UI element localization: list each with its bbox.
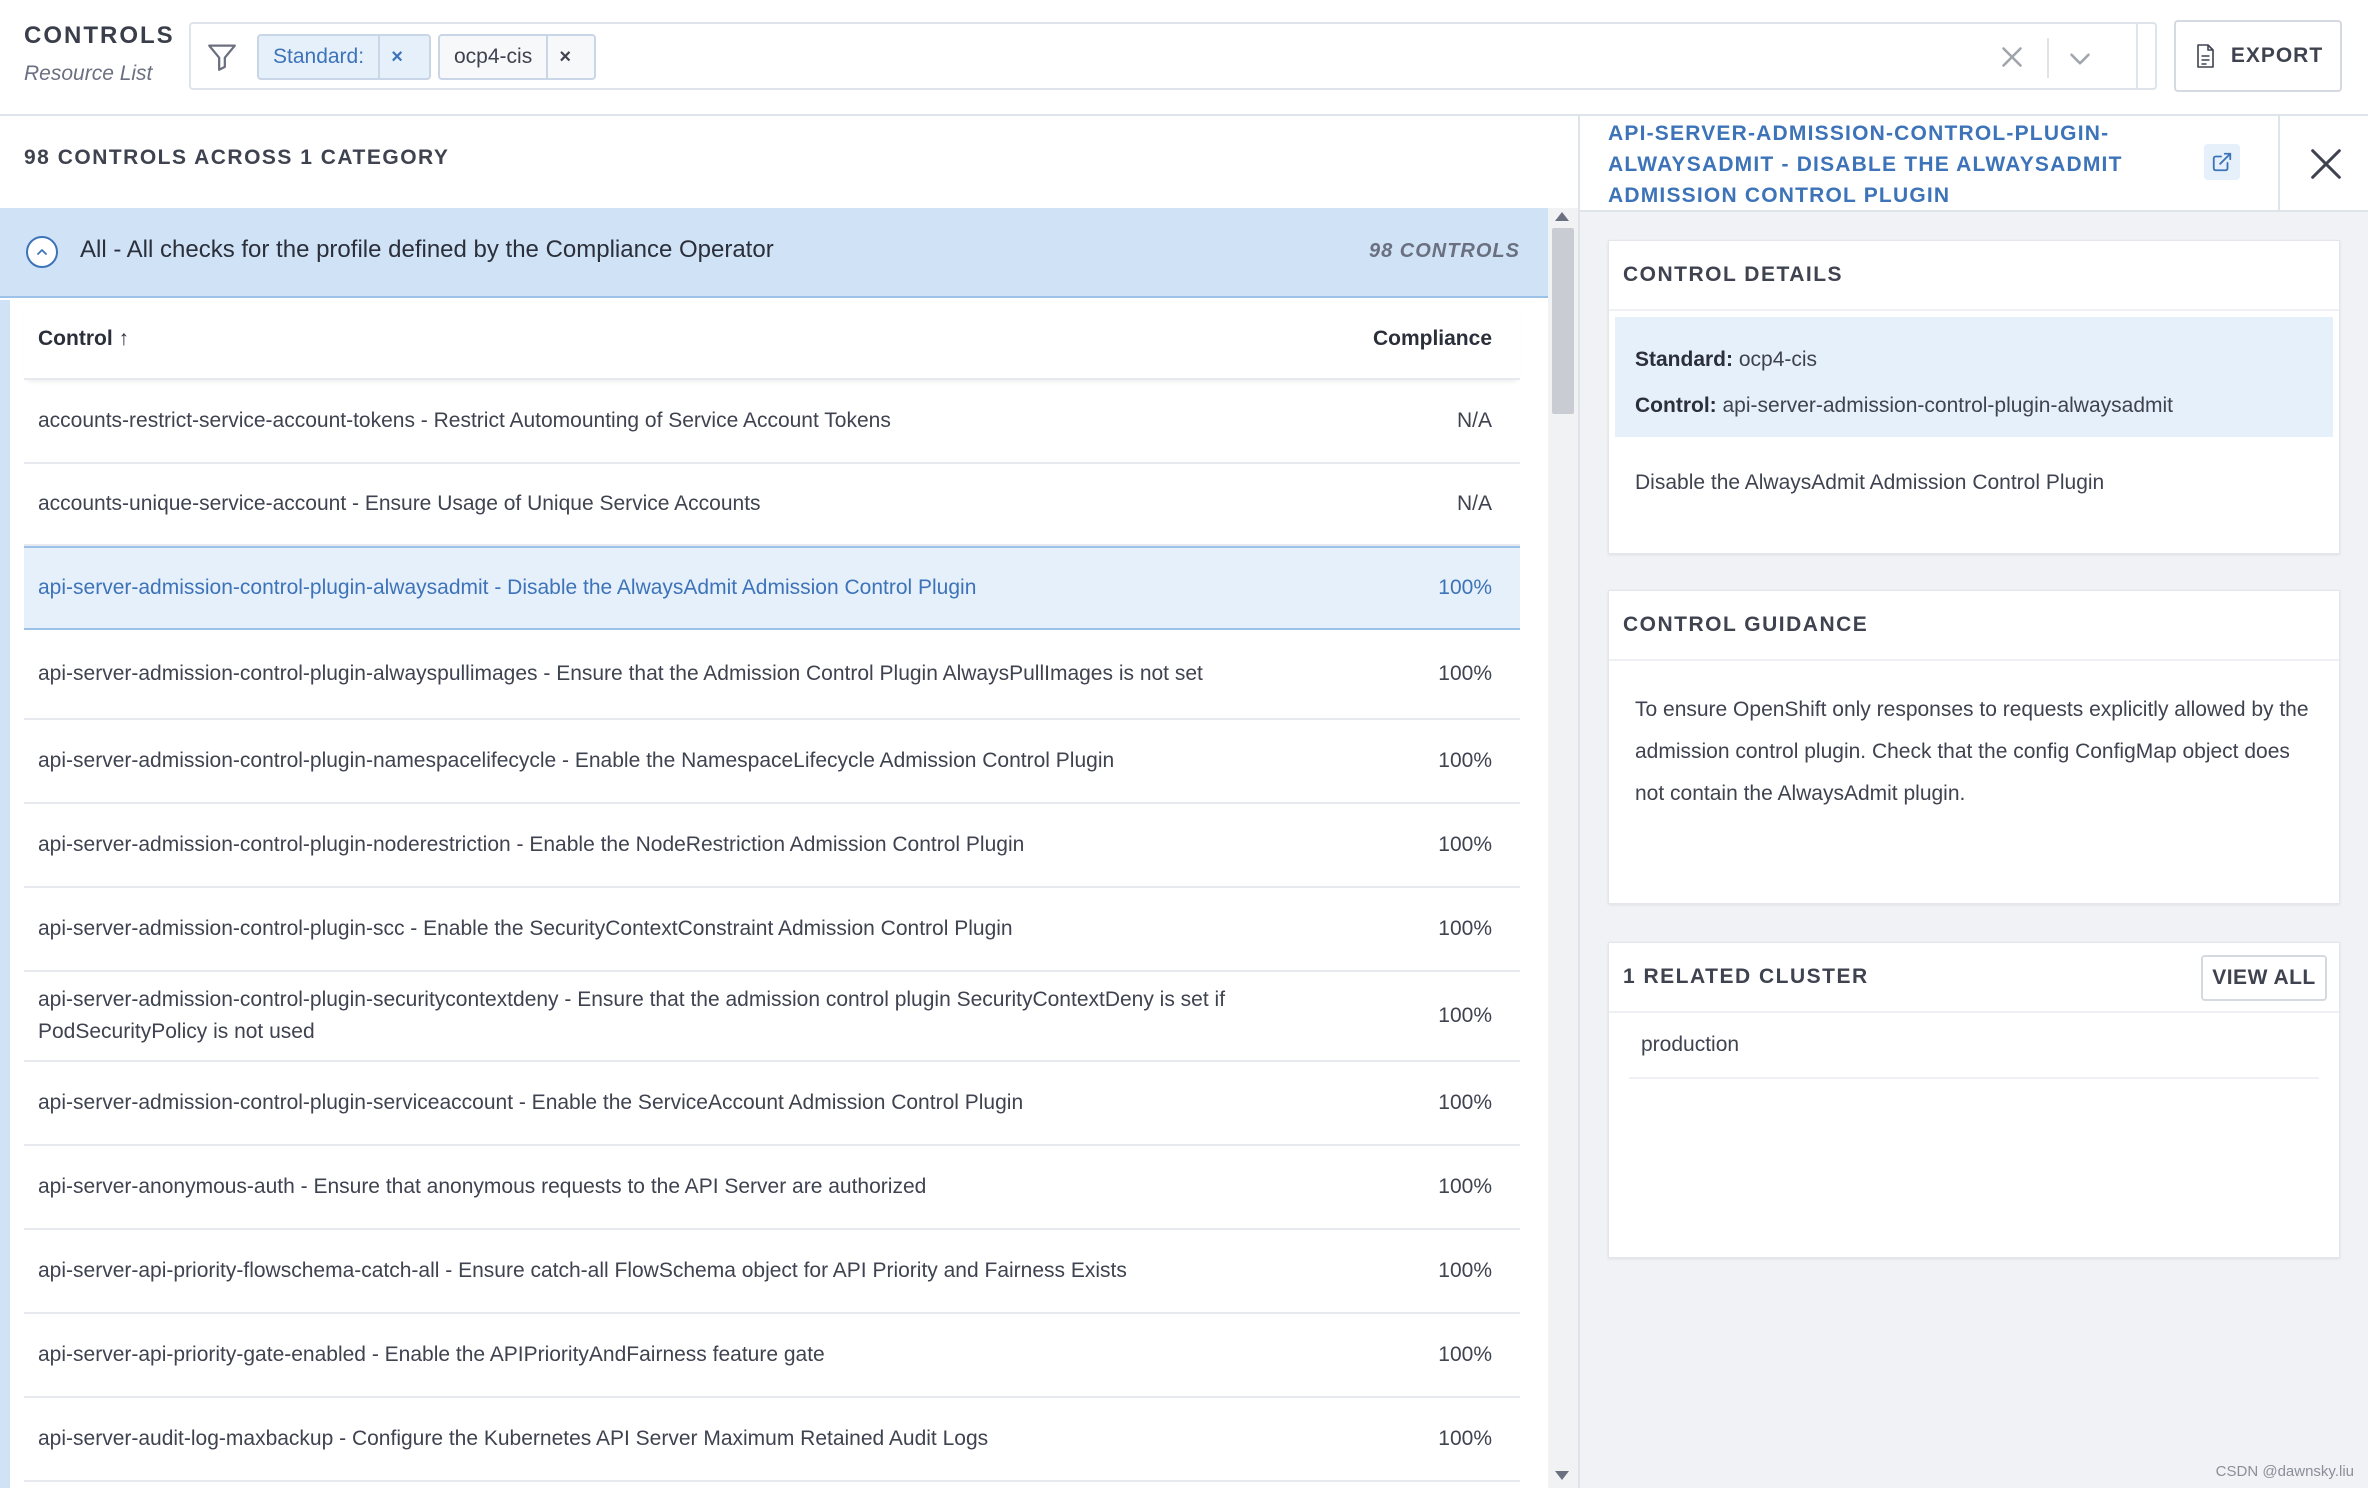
controls-table: Control ↑ Compliance accounts-restrict-s… [24,300,1520,1482]
column-header-control[interactable]: Control ↑ [38,327,129,351]
control-label: Control: [1635,394,1717,417]
compliance-cell: 100% [1438,749,1492,772]
compliance-cell: 100% [1438,1091,1492,1114]
search-bar-divider [2047,38,2049,78]
scroll-down-arrow-icon[interactable] [1555,1471,1569,1480]
table-row[interactable]: api-server-admission-control-plugin-serv… [24,1062,1520,1146]
chevron-down-icon[interactable] [2063,42,2097,76]
side-panel-header-divider [2278,116,2280,212]
side-panel-header: API-SERVER-ADMISSION-CONTROL-PLUGIN-ALWA… [1580,116,2368,212]
control-details-box: Standard: ocp4-cis Control: api-server-a… [1615,317,2333,437]
export-label: EXPORT [2230,44,2324,67]
external-link-icon [2212,152,2232,172]
page-title: CONTROLS [24,22,175,49]
control-detail: Control: api-server-admission-control-pl… [1635,383,2333,429]
group-accent-bar [0,300,10,1488]
category-group-title: All - All checks for the profile defined… [80,236,774,263]
external-link-button[interactable] [2204,144,2240,180]
control-name-cell: api-server-admission-control-plugin-scc … [38,917,1013,940]
control-name-cell: api-server-admission-control-plugin-serv… [38,1091,1024,1114]
control-side-panel: API-SERVER-ADMISSION-CONTROL-PLUGIN-ALWA… [1578,116,2368,1488]
compliance-cell: 100% [1438,1427,1492,1450]
table-row[interactable]: api-server-api-priority-flowschema-catch… [24,1230,1520,1314]
control-name-cell: api-server-anonymous-auth - Ensure that … [38,1175,927,1198]
category-group-header[interactable]: All - All checks for the profile defined… [0,208,1548,298]
control-value: api-server-admission-control-plugin-alwa… [1722,394,2174,417]
control-name-cell: accounts-restrict-service-account-tokens… [38,409,891,432]
header-divider [2136,22,2138,88]
scroll-up-arrow-icon[interactable] [1555,212,1569,221]
control-details-card: CONTROL DETAILS Standard: ocp4-cis Contr… [1608,240,2340,554]
control-name-cell: accounts-unique-service-account - Ensure… [38,492,761,515]
controls-list-panel: 98 CONTROLS ACROSS 1 CATEGORY All - All … [0,116,1578,1488]
control-name-cell: api-server-admission-control-plugin-alwa… [38,576,977,599]
controls-summary: 98 CONTROLS ACROSS 1 CATEGORY [24,146,450,169]
table-header: Control ↑ Compliance [24,300,1520,380]
close-icon[interactable] [2306,144,2346,184]
table-row[interactable]: api-server-admission-control-plugin-alwa… [24,630,1520,720]
filter-icon [208,44,236,71]
remove-chip-standard-icon[interactable]: × [378,36,414,78]
control-details-title: CONTROL DETAILS [1609,241,2339,311]
view-all-button[interactable]: VIEW ALL [2201,955,2327,1001]
related-cluster-card: 1 RELATED CLUSTER VIEW ALL production [1608,942,2340,1258]
category-group-count: 98 CONTROLS [1368,240,1520,262]
standard-detail: Standard: ocp4-cis [1635,337,2333,383]
filter-chip-label: Standard: [273,45,365,68]
control-guidance-title: CONTROL GUIDANCE [1609,591,2339,661]
filter-chip-ocp4-cis: ocp4-cis × [438,34,596,80]
search-filter-bar[interactable]: Standard: × ocp4-cis × [189,22,2157,90]
table-row[interactable]: api-server-admission-control-plugin-name… [24,720,1520,804]
scrollbar[interactable] [1548,208,1578,1488]
clear-all-icon[interactable] [1995,40,2029,74]
compliance-cell: 100% [1438,1343,1492,1366]
document-icon [2197,44,2214,68]
control-name-cell: api-server-api-priority-flowschema-catch… [38,1259,1127,1282]
column-header-compliance[interactable]: Compliance [1373,327,1492,351]
watermark: CSDN @dawnsky.liu [2215,1463,2354,1480]
side-panel-title[interactable]: API-SERVER-ADMISSION-CONTROL-PLUGIN-ALWA… [1608,118,2128,211]
table-row[interactable]: api-server-audit-log-maxbackup - Configu… [24,1398,1520,1482]
filter-chip-label: ocp4-cis [454,45,533,68]
table-row[interactable]: accounts-unique-service-account - Ensure… [24,464,1520,546]
table-row[interactable]: api-server-admission-control-plugin-secu… [24,972,1520,1062]
table-body: accounts-restrict-service-account-tokens… [24,380,1520,1482]
control-description: Disable the AlwaysAdmit Admission Contro… [1635,471,2105,494]
standard-value: ocp4-cis [1738,348,1818,371]
table-row[interactable]: api-server-anonymous-auth - Ensure that … [24,1146,1520,1230]
chevron-up-icon [37,249,47,255]
page-subtitle: Resource List [24,62,153,85]
table-row[interactable]: api-server-admission-control-plugin-node… [24,804,1520,888]
control-guidance-text: To ensure OpenShift only responses to re… [1635,698,2309,805]
control-name-cell: api-server-audit-log-maxbackup - Configu… [38,1427,989,1450]
filter-chip-standard: Standard: × [257,34,431,80]
compliance-cell: 100% [1438,1259,1492,1282]
control-name-cell: api-server-admission-control-plugin-secu… [38,988,1226,1043]
standard-label: Standard: [1635,348,1734,371]
control-name-cell: api-server-api-priority-gate-enabled - E… [38,1343,825,1366]
page-header: CONTROLS Resource List Standard: × ocp4-… [0,0,2368,116]
compliance-cell: N/A [1456,492,1492,515]
control-guidance-card: CONTROL GUIDANCE To ensure OpenShift onl… [1608,590,2340,904]
control-name-cell: api-server-admission-control-plugin-alwa… [38,662,1203,685]
control-name-cell: api-server-admission-control-plugin-node… [38,833,1025,856]
compliance-cell: N/A [1456,409,1492,432]
compliance-cell: 100% [1438,576,1492,599]
table-row[interactable]: accounts-restrict-service-account-tokens… [24,380,1520,464]
table-row[interactable]: api-server-api-priority-gate-enabled - E… [24,1314,1520,1398]
scrollbar-thumb[interactable] [1552,228,1574,414]
related-cluster-item[interactable]: production [1629,1013,2319,1079]
table-row[interactable]: api-server-admission-control-plugin-alwa… [24,546,1520,630]
compliance-cell: 100% [1438,833,1492,856]
compliance-cell: 100% [1438,662,1492,685]
control-name-cell: api-server-admission-control-plugin-name… [38,749,1115,772]
collapse-group-button[interactable] [26,236,58,268]
brand: CONTROLS Resource List [24,22,175,86]
remove-chip-ocp4-cis-icon[interactable]: × [546,36,582,78]
export-button[interactable]: EXPORT [2174,20,2342,92]
compliance-cell: 100% [1438,1004,1492,1027]
compliance-cell: 100% [1438,1175,1492,1198]
compliance-cell: 100% [1438,917,1492,940]
table-row[interactable]: api-server-admission-control-plugin-scc … [24,888,1520,972]
